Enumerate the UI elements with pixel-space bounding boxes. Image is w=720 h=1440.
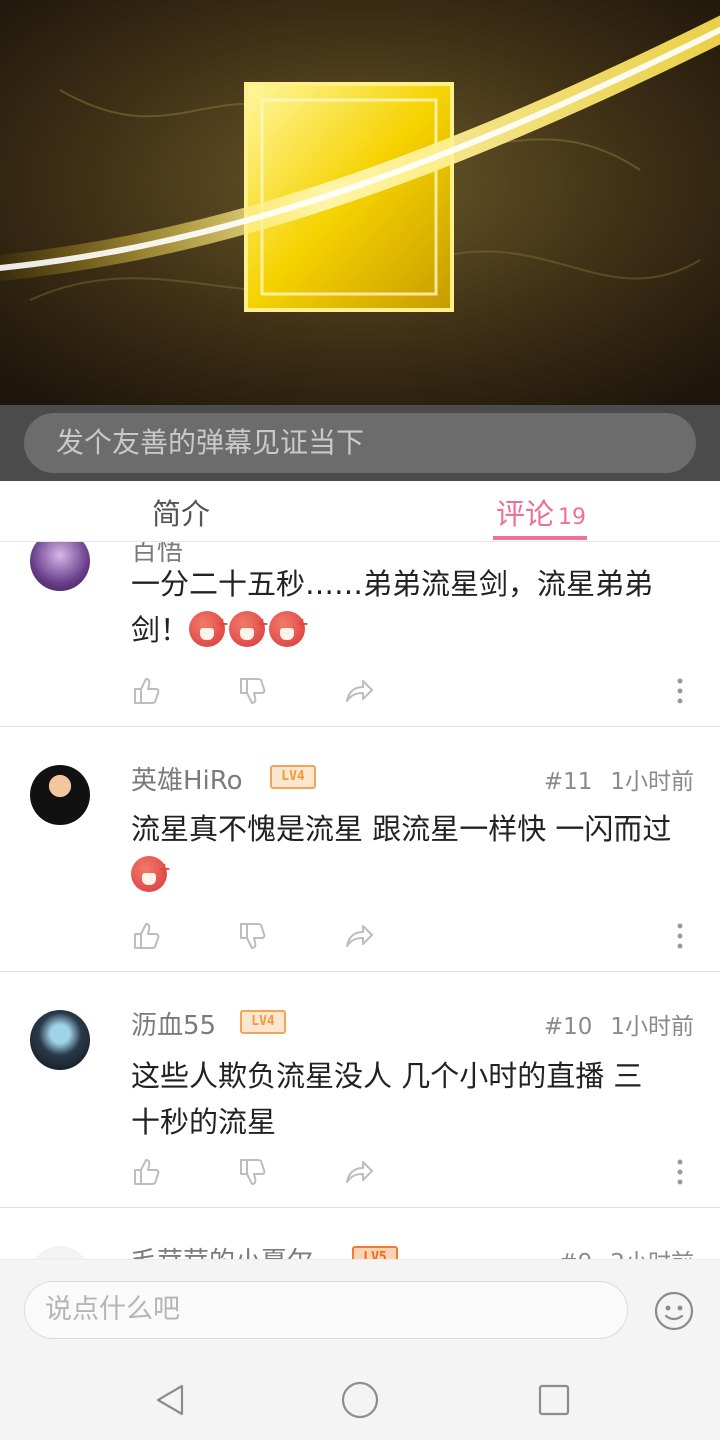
tab-comments-count: 19 — [558, 505, 587, 530]
comment-meta: #10 1小时前 — [544, 1007, 694, 1041]
comment-list[interactable]: 百悟 一分二十五秒……弟弟流星剑，流星弟弟剑！ 英雄HiRo LV4 #11 1小… — [0, 541, 720, 1259]
comment-text: 流星真不愧是流星 跟流星一样快 一闪而过 — [131, 806, 696, 898]
comment-item: 沥血55 LV4 #10 1小时前 这些人欺负流星没人 几个小时的直播 三十秒的流… — [0, 971, 720, 1208]
floor-number: #11 — [543, 769, 593, 795]
thumb-up-icon[interactable] — [131, 1156, 163, 1188]
more-options-icon[interactable] — [672, 1156, 688, 1188]
thumb-down-icon[interactable] — [237, 1156, 269, 1188]
comment-input[interactable]: 说点什么吧 — [24, 1281, 628, 1339]
thumb-up-icon[interactable] — [131, 675, 163, 707]
more-options-icon[interactable] — [672, 675, 688, 707]
comment-actions — [131, 920, 696, 952]
comment-username[interactable]: 沥血55 — [131, 1005, 216, 1042]
comment-item: 百悟 一分二十五秒……弟弟流星剑，流星弟弟剑！ — [0, 541, 720, 727]
danmu-bar: 发个友善的弹幕见证当下 — [0, 405, 720, 481]
angry-emoji-icon — [131, 846, 171, 892]
thumb-up-icon[interactable] — [131, 920, 163, 952]
angry-emoji-icon — [269, 601, 309, 647]
comment-body: 这些人欺负流星没人 几个小时的直播 三十秒的流星 — [131, 1059, 643, 1139]
video-player[interactable] — [0, 0, 720, 405]
comment-time: 2小时前 — [610, 1250, 694, 1259]
comment-text: 这些人欺负流星没人 几个小时的直播 三十秒的流星 — [131, 1053, 651, 1145]
thumb-down-icon[interactable] — [237, 920, 269, 952]
more-options-icon[interactable] — [672, 920, 688, 952]
avatar[interactable] — [30, 765, 90, 825]
video-frame — [0, 0, 720, 405]
comment-actions — [131, 675, 696, 707]
recent-apps-icon[interactable] — [534, 1380, 574, 1420]
tab-comments-label: 评论 — [496, 497, 555, 531]
floor-number: #10 — [543, 1014, 593, 1040]
avatar[interactable] — [30, 1010, 90, 1070]
comment-actions — [131, 1156, 696, 1188]
level-badge: LV4 — [270, 765, 316, 789]
comment-body: 流星真不愧是流星 跟流星一样快 一闪而过 — [131, 812, 672, 846]
tab-intro[interactable]: 简介 — [152, 491, 210, 533]
share-icon[interactable] — [343, 1156, 375, 1188]
comment-item: 英雄HiRo LV4 #11 1小时前 流星真不愧是流星 跟流星一样快 一闪而过 — [0, 726, 720, 972]
back-icon[interactable] — [150, 1380, 190, 1420]
comment-username[interactable]: 毛茸茸的小夏尔 — [131, 1241, 313, 1259]
comment-time: 1小时前 — [610, 1014, 694, 1040]
comment-username[interactable]: 英雄HiRo — [131, 760, 243, 797]
emoji-icon[interactable] — [654, 1291, 694, 1331]
avatar[interactable] — [30, 541, 90, 591]
angry-emoji-icon — [229, 601, 269, 647]
comment-time: 1小时前 — [610, 769, 694, 795]
level-badge: LV5 — [352, 1246, 398, 1259]
level-badge: LV4 — [240, 1010, 286, 1034]
comment-meta: #9 2小时前 — [558, 1243, 694, 1259]
comment-item: 毛茸茸的小夏尔 LV5 #9 2小时前 — [0, 1207, 720, 1259]
avatar[interactable] — [30, 1246, 90, 1259]
comment-meta: #11 1小时前 — [544, 762, 694, 796]
share-icon[interactable] — [343, 920, 375, 952]
floor-number: #9 — [558, 1250, 592, 1259]
danmu-input[interactable]: 发个友善的弹幕见证当下 — [24, 413, 696, 473]
tab-bar: 简介 评论 19 — [0, 481, 720, 542]
home-icon[interactable] — [340, 1380, 380, 1420]
comment-text: 一分二十五秒……弟弟流星剑，流星弟弟剑！ — [131, 561, 696, 653]
comment-composer: 说点什么吧 — [0, 1259, 720, 1360]
system-nav-bar — [0, 1359, 720, 1440]
thumb-down-icon[interactable] — [237, 675, 269, 707]
share-icon[interactable] — [343, 675, 375, 707]
angry-emoji-icon — [189, 601, 229, 647]
active-tab-indicator — [493, 536, 587, 540]
tab-comments[interactable]: 评论 19 — [496, 491, 586, 533]
